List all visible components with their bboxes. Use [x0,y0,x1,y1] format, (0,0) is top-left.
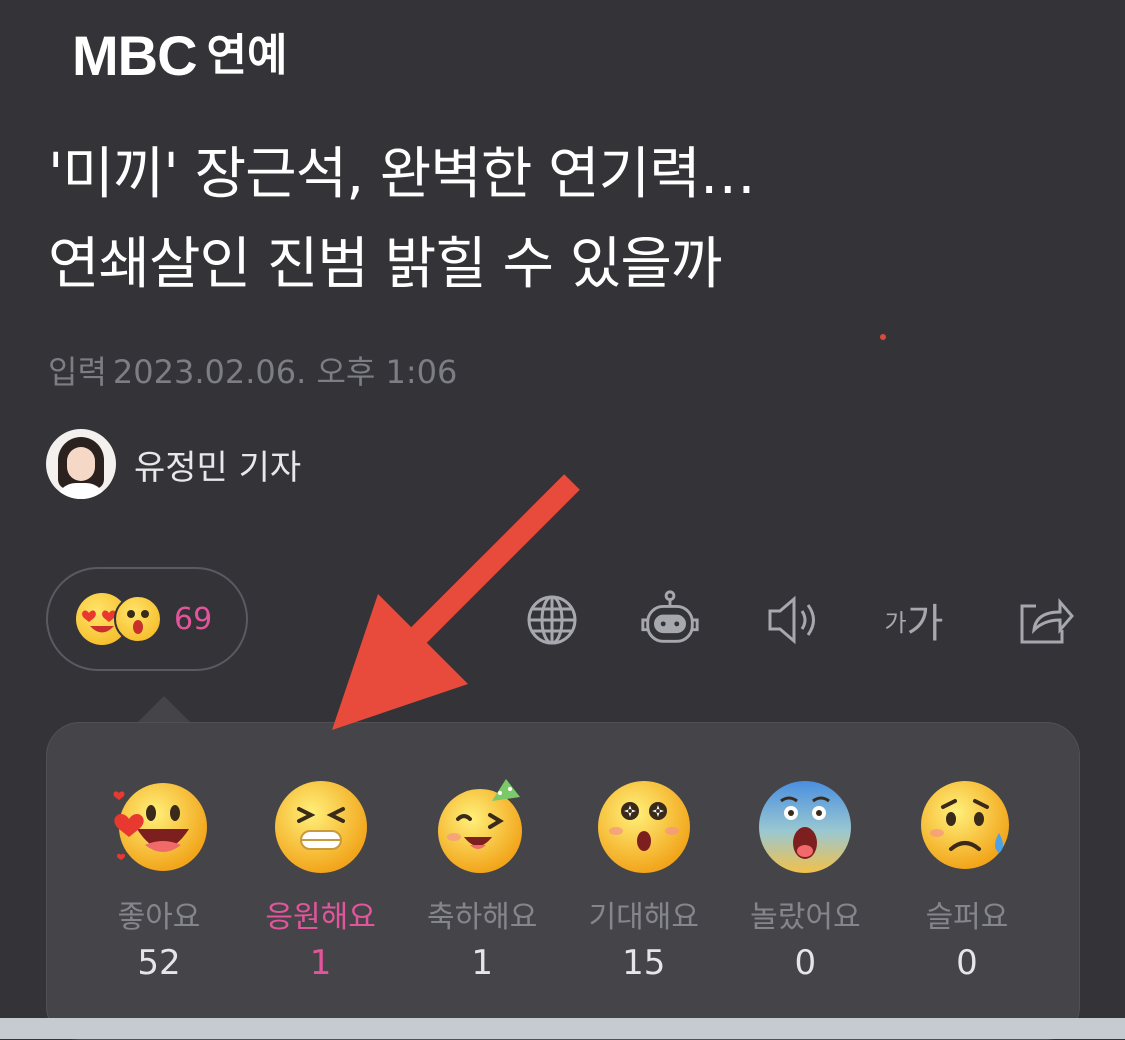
surprised-icon [114,595,162,643]
avatar [46,429,116,499]
section-name: 연예 [206,30,288,81]
reaction-congrats[interactable]: 축하해요 1 [402,779,562,987]
brand-name: MBC [72,24,198,87]
reaction-count: 52 [137,943,181,983]
reaction-surprised[interactable]: 놀랐어요 0 [725,779,885,987]
reaction-label: 축하해요 [426,900,538,935]
reaction-like[interactable]: 좋아요 52 [79,779,239,987]
red-dot [880,334,886,340]
red-arrow-annotation [332,474,580,730]
surprised-emoji-icon [757,779,853,875]
date-label: 입력 [48,353,107,391]
popup-caret [136,696,192,724]
reaction-count: 15 [622,943,666,983]
date-value: 2023.02.06. 오후 1:06 [112,353,458,391]
like-emoji-icon [111,779,207,875]
author-name: 유정민 기자 [134,447,302,488]
congrats-emoji-icon [434,779,530,875]
reaction-cheer[interactable]: 응원해요 1 [241,779,401,987]
speaker-icon[interactable] [760,588,824,652]
reaction-expect[interactable]: 기대해요 15 [564,779,724,987]
headline-line-1: '미끼' 장근석, 완벽한 연기력… [48,142,756,207]
reaction-summary-button[interactable]: 69 [46,567,248,671]
reaction-label: 슬퍼요 [925,900,1009,935]
reaction-label: 응원해요 [265,900,376,935]
reaction-sad[interactable]: 슬퍼요 0 [887,779,1047,987]
share-icon[interactable] [1012,588,1076,652]
sad-emoji-icon [919,779,1015,875]
reaction-count: 1 [471,943,493,983]
reaction-count: 0 [794,943,817,983]
font-small-label: 가 [884,608,907,637]
font-large-label: 가 [906,601,944,647]
reaction-count: 0 [956,943,978,983]
reaction-label: 좋아요 [117,900,201,935]
reaction-label: 놀랐어요 [750,900,861,935]
reaction-label: 기대해요 [588,900,699,935]
robot-icon[interactable] [638,588,702,652]
cheer-emoji-icon [273,779,369,875]
author-info[interactable]: 유정민 기자 [46,428,301,500]
mbc-entertainment-logo[interactable]: MBC 연예 [72,28,288,84]
bottom-strip [0,1018,1125,1039]
reaction-count: 1 [309,943,332,983]
reaction-popup: 좋아요 52 응원해요 1 축하해요 1 기대해요 15 놀랐어요 0 슬퍼요 … [46,722,1080,1040]
article-headline: '미끼' 장근석, 완벽한 연기력… 연쇄살인 진범 밝힐 수 있을까 [48,130,1088,310]
expect-emoji-icon [596,779,692,875]
font-size-icon[interactable]: 가가 [882,588,946,652]
reaction-total-count: 69 [174,601,213,637]
article-date: 입력 2023.02.06. 오후 1:06 [48,348,463,396]
reaction-list: 좋아요 52 응원해요 1 축하해요 1 기대해요 15 놀랐어요 0 슬퍼요 … [47,779,1079,987]
article-toolbar: 가가 [520,588,1080,658]
headline-line-2: 연쇄살인 진범 밝힐 수 있을까 [48,232,722,297]
